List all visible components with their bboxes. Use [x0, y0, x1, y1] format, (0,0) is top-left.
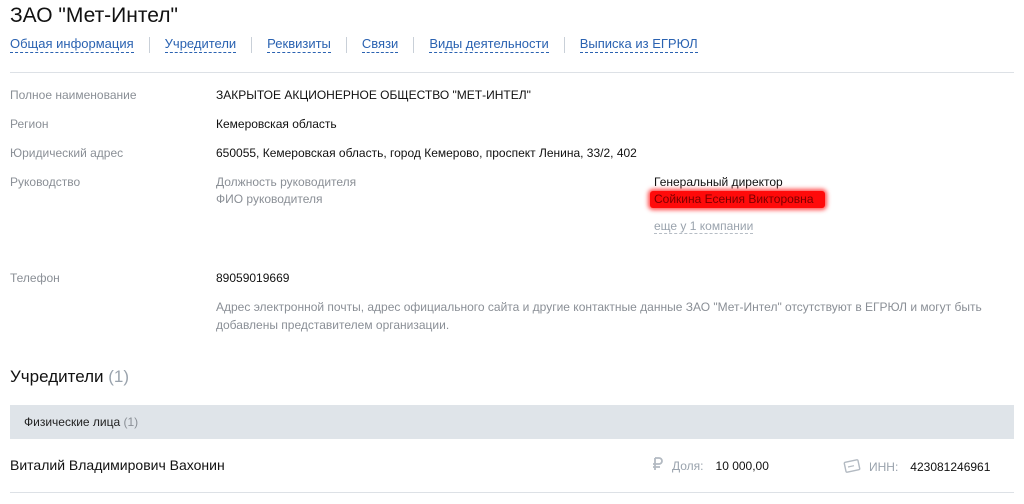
founder-inn: ИНН: 423081246961 [843, 457, 990, 476]
legal-address-label: Юридический адрес [10, 146, 124, 160]
share-label: Доля: [672, 458, 704, 473]
divider [10, 492, 1014, 493]
director-position-label: Должность руководителя [216, 175, 357, 189]
nav-separator [345, 37, 347, 53]
nav-separator [563, 37, 565, 53]
tab-activities[interactable]: Виды деятельности [429, 37, 549, 53]
legal-address-value: 650055, Кемеровская область, город Кемер… [216, 146, 637, 160]
phone-value: 89059019669 [216, 271, 290, 285]
founder-name[interactable]: Виталий Владимирович Вахонин [10, 457, 225, 473]
nav-separator [413, 37, 415, 53]
ruble-icon [652, 457, 664, 474]
director-position-value: Генеральный директор [654, 175, 783, 189]
founders-title: Учредители [10, 367, 104, 386]
contacts-hint: Адрес электронной почты, адрес официальн… [216, 300, 982, 332]
founders-count: (1) [108, 367, 130, 386]
tab-general-info[interactable]: Общая информация [10, 37, 134, 53]
individuals-label: Физические лица [24, 415, 121, 429]
region-label: Регион [10, 117, 49, 131]
founder-share: Доля: 10 000,00 [652, 457, 769, 474]
section-nav: Общая информация Учредители Реквизиты Св… [10, 37, 698, 53]
management-label: Руководство [10, 175, 81, 189]
page-title: ЗАО "Мет-Интел" [10, 4, 178, 27]
individuals-group-header: Физические лица (1) [10, 405, 1014, 439]
director-name-label: ФИО руководителя [216, 192, 323, 206]
region-value: Кемеровская область [216, 117, 337, 131]
inn-label: ИНН: [869, 459, 899, 474]
full-name-label: Полное наименование [10, 88, 137, 102]
tab-connections[interactable]: Связи [361, 37, 399, 53]
nav-separator [251, 37, 253, 53]
tab-egrul-extract[interactable]: Выписка из ЕГРЮЛ [579, 37, 698, 53]
divider [10, 72, 1014, 73]
founders-section-title: Учредители (1) [10, 367, 129, 387]
share-value: 10 000,00 [715, 458, 769, 473]
individuals-count: (1) [123, 415, 139, 429]
director-name-redacted: Сойкина Есения Викторовна [650, 191, 825, 208]
id-card-icon [843, 457, 861, 476]
more-companies-link[interactable]: еще у 1 компании [654, 220, 754, 234]
company-page: ЗАО "Мет-Интел" Общая информация Учредит… [0, 0, 1024, 504]
phone-label: Телефон [10, 271, 60, 285]
tab-founders[interactable]: Учредители [164, 37, 237, 53]
full-name-value: ЗАКРЫТОЕ АКЦИОНЕРНОЕ ОБЩЕСТВО "МЕТ-ИНТЕЛ… [216, 88, 531, 102]
nav-separator [148, 37, 150, 53]
tab-requisites[interactable]: Реквизиты [267, 37, 331, 53]
inn-value: 423081246961 [910, 459, 991, 474]
